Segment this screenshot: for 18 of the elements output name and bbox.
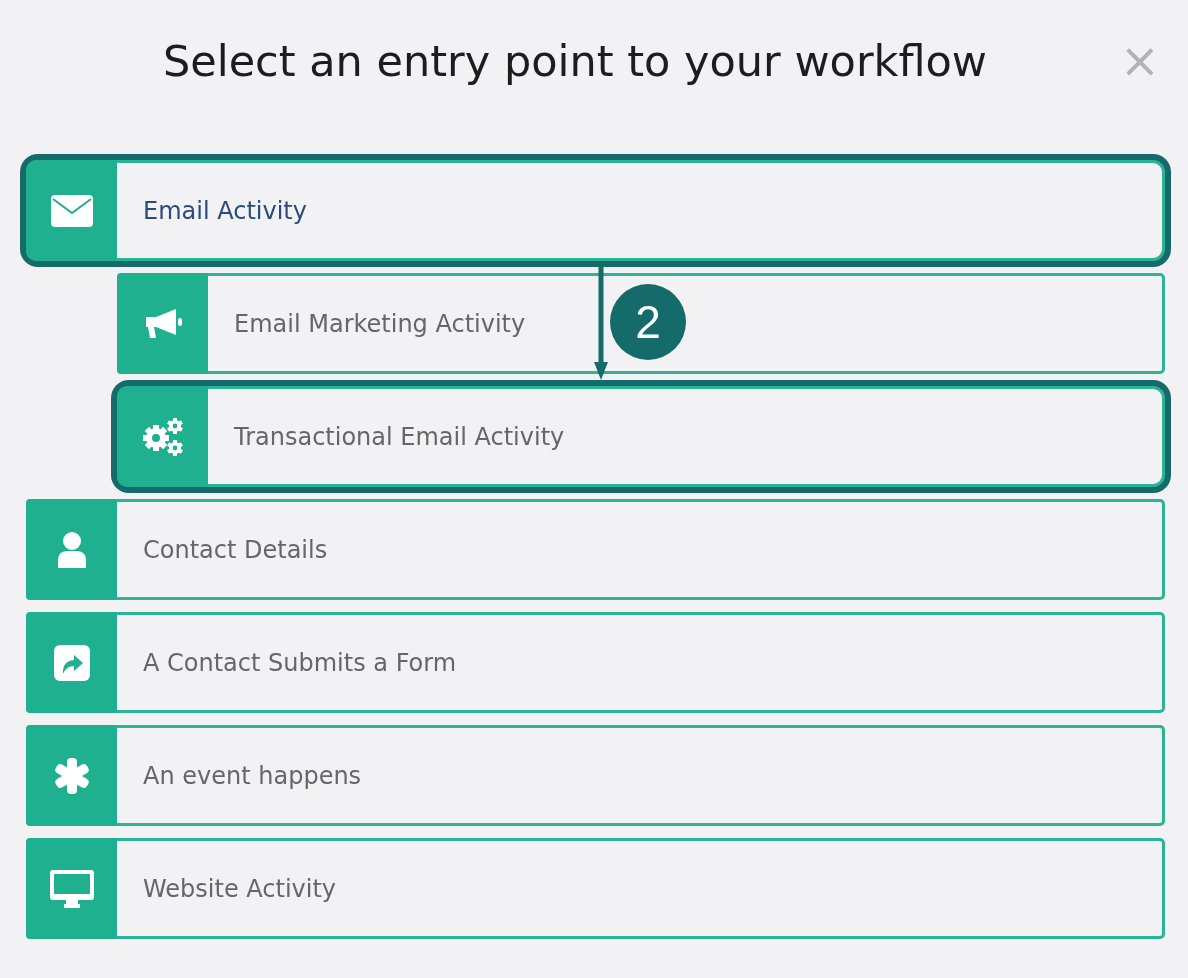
option-item[interactable]: A Contact Submits a Form — [26, 612, 1165, 713]
user-icon — [55, 531, 88, 568]
gears-icon — [140, 416, 185, 457]
option-item[interactable]: An event happens — [26, 725, 1165, 826]
share-icon — [53, 644, 90, 681]
option-label: Email Marketing Activity — [234, 309, 526, 338]
dialog-title: Select an entry point to your workflow — [162, 36, 988, 86]
option-label: Transactional Email Activity — [234, 422, 565, 451]
option-label: Contact Details — [143, 535, 328, 564]
option-label: Website Activity — [143, 874, 337, 903]
option-label: Email Activity — [143, 196, 307, 225]
option-label: An event happens — [143, 761, 362, 790]
asterisk-icon — [54, 757, 89, 794]
option-item[interactable]: Website Activity — [26, 838, 1165, 939]
monitor-icon — [49, 869, 94, 908]
option-label: A Contact Submits a Form — [143, 648, 457, 677]
envelope-icon — [50, 194, 93, 227]
option-item[interactable]: Contact Details — [26, 499, 1165, 600]
